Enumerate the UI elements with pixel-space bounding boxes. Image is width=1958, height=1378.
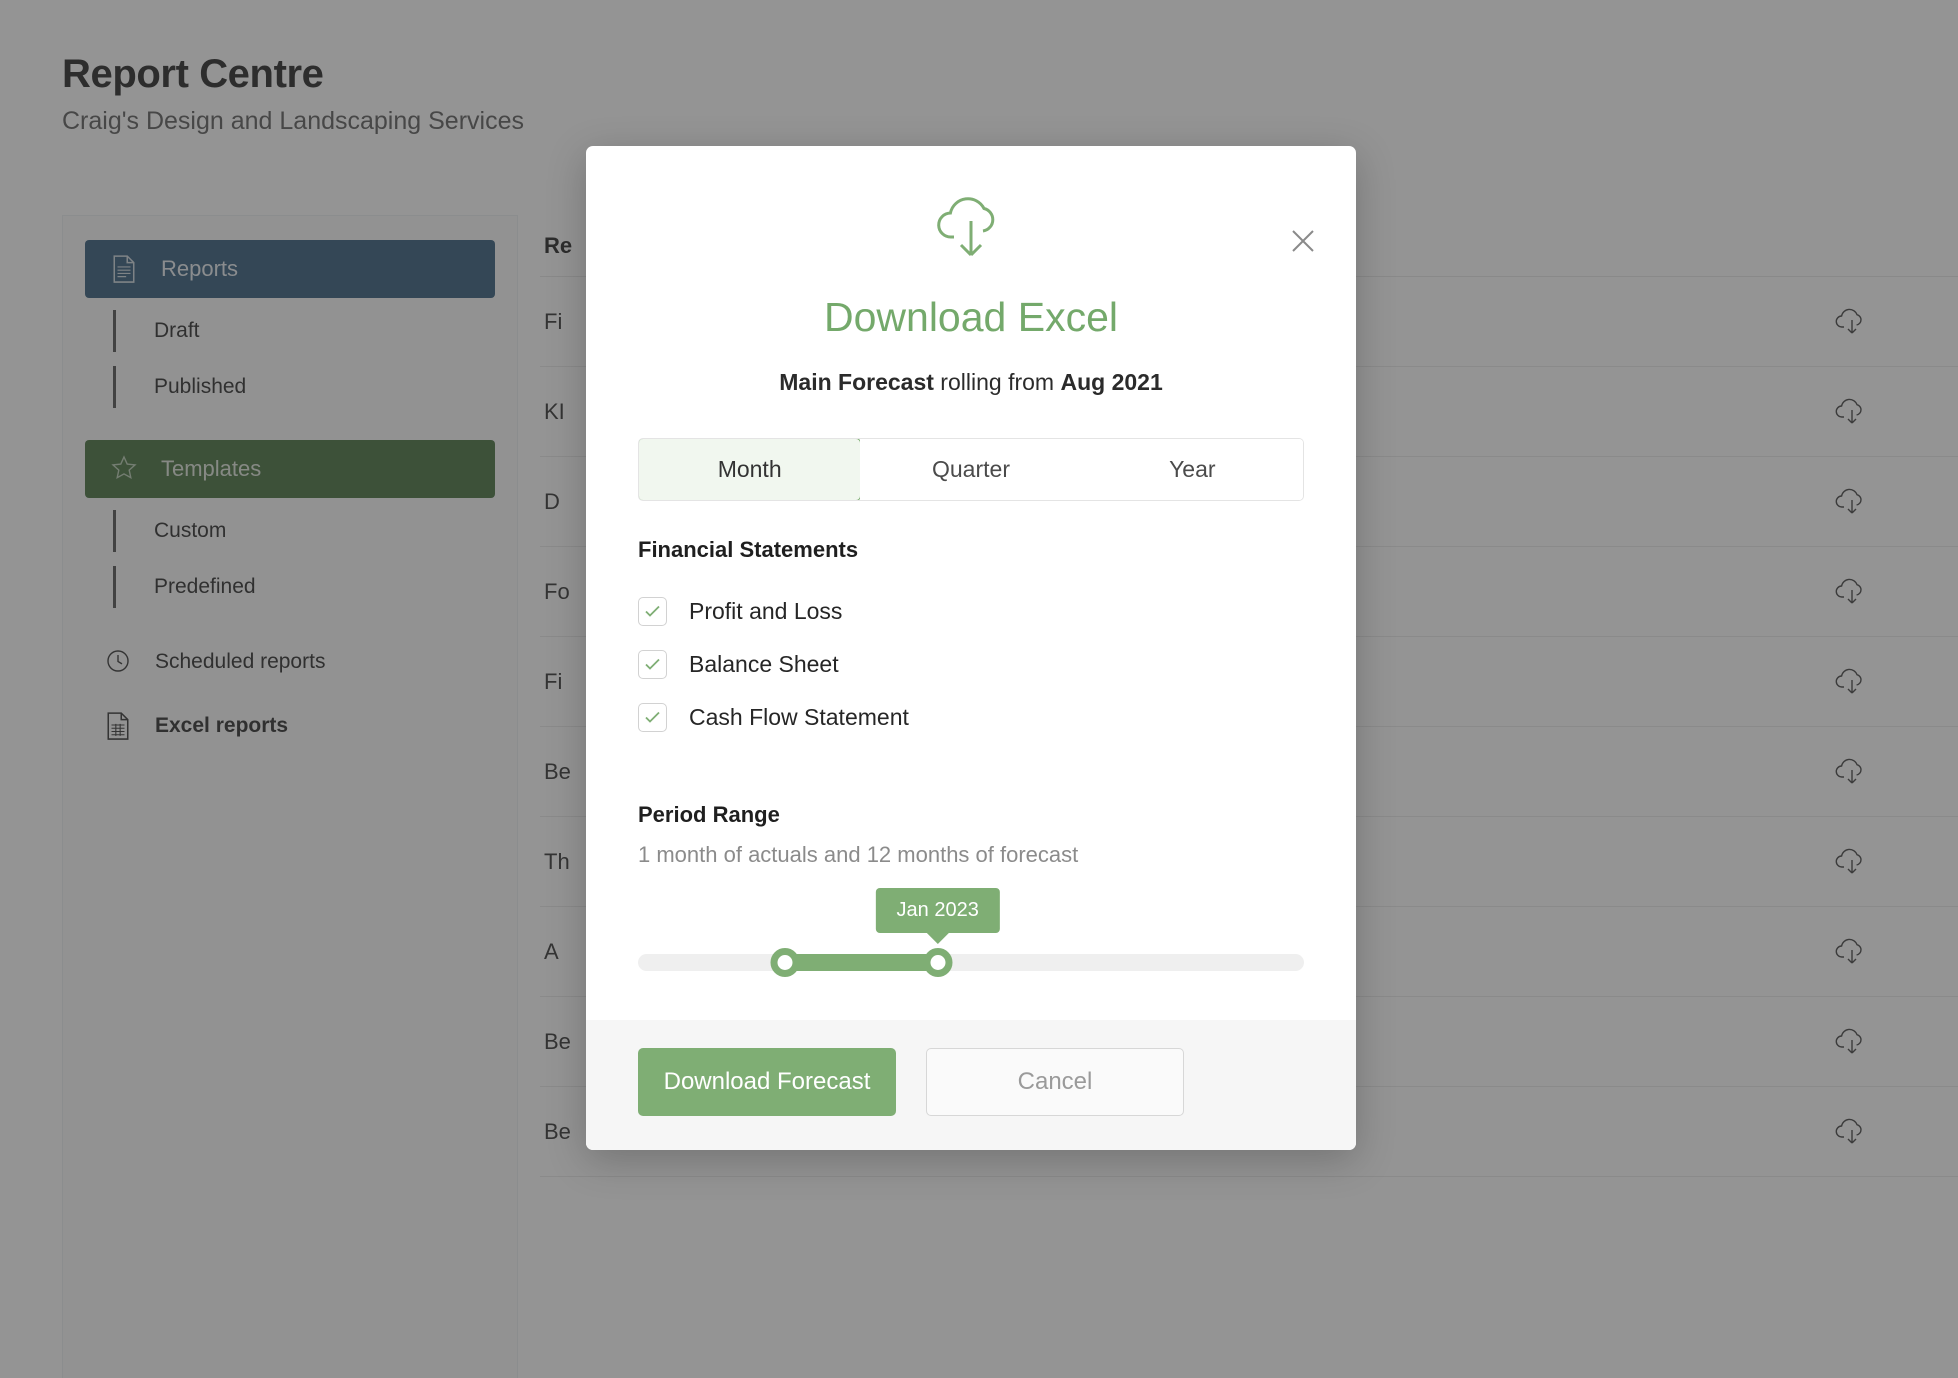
slider-track[interactable] [638, 954, 1304, 971]
granularity-option-year[interactable]: Year [1081, 439, 1303, 500]
checkbox-label: Balance Sheet [689, 651, 839, 677]
checkbox-row-balance-sheet[interactable]: Balance Sheet [638, 638, 1304, 691]
checkbox-row-profit-and-loss[interactable]: Profit and Loss [638, 585, 1304, 638]
checkbox-checked-icon[interactable] [638, 703, 667, 732]
slider-handle-start[interactable] [770, 948, 800, 977]
modal-body: Download Excel Main Forecast rolling fro… [586, 190, 1356, 1020]
cloud-download-icon [932, 190, 1010, 268]
slider-tooltip: Jan 2023 [875, 888, 1000, 933]
period-range-slider[interactable]: Jan 2023 [638, 888, 1304, 986]
modal-subtitle: Main Forecast rolling from Aug 2021 [638, 369, 1304, 396]
financial-statements-title: Financial Statements [638, 537, 859, 562]
download-forecast-button[interactable]: Download Forecast [638, 1048, 896, 1116]
modal-title: Download Excel [824, 294, 1118, 340]
period-range-title: Period Range [638, 802, 780, 827]
checkbox-label: Cash Flow Statement [689, 704, 909, 730]
granularity-option-quarter[interactable]: Quarter [860, 439, 1082, 500]
forecast-start-date: Aug 2021 [1060, 369, 1163, 395]
checkbox-checked-icon[interactable] [638, 650, 667, 679]
forecast-name: Main Forecast [779, 369, 934, 395]
checkbox-checked-icon[interactable] [638, 597, 667, 626]
download-excel-modal: Download Excel Main Forecast rolling fro… [586, 146, 1356, 1150]
period-range-description: 1 month of actuals and 12 months of fore… [638, 842, 1079, 867]
granularity-segmented-control: Month Quarter Year [638, 438, 1304, 501]
slider-fill [784, 954, 938, 971]
granularity-option-month[interactable]: Month [639, 439, 862, 500]
close-icon[interactable] [1282, 220, 1324, 262]
slider-handle-end[interactable] [923, 948, 953, 977]
checkbox-row-cash-flow-statement[interactable]: Cash Flow Statement [638, 691, 1304, 744]
financial-statements-list: Profit and Loss Balance Sheet Cash Flow … [638, 585, 1304, 744]
cancel-button[interactable]: Cancel [926, 1048, 1184, 1116]
modal-footer: Download Forecast Cancel [586, 1020, 1356, 1150]
checkbox-label: Profit and Loss [689, 598, 843, 624]
subtitle-connector: rolling from [933, 369, 1061, 395]
